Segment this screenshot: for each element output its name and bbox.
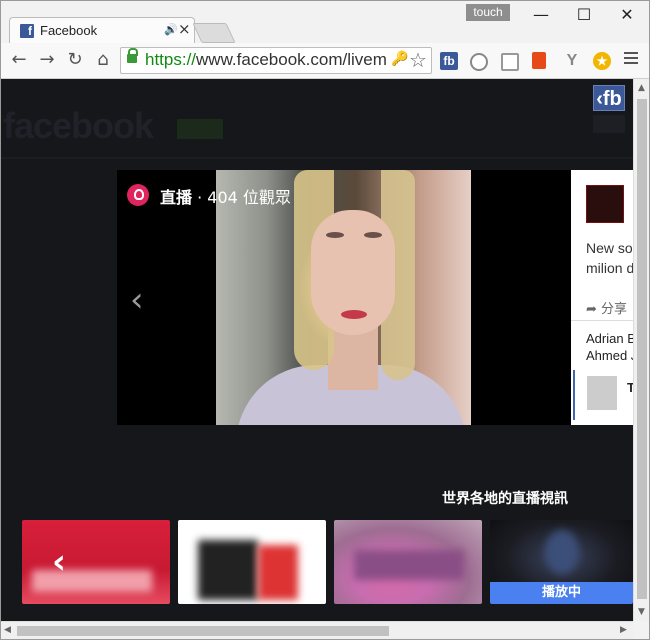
thumb-2-blur-b — [258, 545, 298, 600]
fb-extension-icon[interactable]: fb — [440, 52, 458, 70]
scroll-up-icon[interactable]: ▲ — [638, 83, 645, 93]
live-video-carousel: ‹ 播放中 — [1, 520, 633, 605]
home-icon[interactable]: ⌂ — [91, 48, 115, 72]
url-text: https://www.facebook.com/livem — [145, 50, 387, 69]
carousel-thumb-4[interactable]: 播放中 — [490, 520, 633, 604]
video-frame[interactable] — [216, 170, 471, 425]
office-icon[interactable] — [532, 52, 546, 69]
lock-icon — [127, 48, 138, 63]
key-icon[interactable]: 🔑 — [391, 51, 408, 67]
page-avatar[interactable] — [586, 185, 624, 223]
carousel-thumb-2[interactable] — [178, 520, 326, 604]
page-content: facebook ‹fb 直播 · 404 位觀眾 ‹ New so milio… — [1, 79, 633, 621]
thumb-2-blur-a — [198, 540, 258, 600]
post-text-line1: New so — [586, 240, 633, 256]
video-side-panel: New so milion d ➦ 分享 Adrian BAhmed J Tu — [571, 170, 633, 425]
horizontal-scrollbar[interactable]: ◀ ▶ — [1, 621, 633, 639]
bg-divider — [1, 157, 633, 159]
title-bar: f Facebook 🔊 × touch — ☐ ✕ — [1, 1, 649, 44]
tab-facebook[interactable]: f Facebook 🔊 × — [9, 17, 195, 44]
maximize-button[interactable]: ☐ — [561, 1, 607, 29]
thumb-4-blur — [545, 530, 579, 574]
new-tab-button[interactable] — [192, 23, 236, 43]
forward-arrow-icon[interactable]: → — [35, 48, 59, 72]
commenter-names: Adrian B Ahmed J — [586, 331, 633, 363]
tuning-fork-icon[interactable]: Y — [563, 52, 581, 70]
now-playing-badge: 播放中 — [490, 582, 633, 604]
scroll-down-icon[interactable]: ▼ — [638, 607, 645, 617]
carousel-prev-icon[interactable]: ‹ — [52, 542, 66, 582]
browser-toolbar: ← → ↻ ⌂ https://www.facebook.com/livem 🔑… — [1, 43, 649, 79]
bookmark-star-icon[interactable]: ☆ — [409, 48, 427, 72]
browser-window: f Facebook 🔊 × touch — ☐ ✕ ← → ↻ ⌂ https… — [0, 0, 650, 640]
thumb-1-blur — [32, 570, 152, 592]
reload-icon[interactable]: ↻ — [63, 48, 87, 72]
share-button[interactable]: ➦ 分享 — [586, 298, 627, 317]
horizontal-scroll-thumb[interactable] — [17, 626, 389, 636]
comment-card[interactable]: Tu — [573, 370, 633, 420]
back-arrow-icon[interactable]: ← — [7, 48, 31, 72]
bg-badge — [177, 119, 223, 139]
touch-label: touch — [466, 4, 510, 21]
facebook-bg-logo: facebook — [3, 105, 154, 146]
world-live-title: 世界各地的直播視訊 — [442, 491, 568, 507]
video-eye-left — [326, 232, 344, 238]
live-video-player[interactable]: 直播 · 404 位觀眾 ‹ — [117, 170, 571, 425]
vertical-scrollbar[interactable]: ▲ ▼ — [633, 79, 649, 621]
minimize-button[interactable]: — — [518, 1, 564, 29]
thumb-3-blur — [354, 550, 464, 580]
vertical-scroll-thumb[interactable] — [637, 99, 647, 599]
video-lips — [341, 310, 367, 319]
live-badge-icon — [127, 184, 149, 206]
carousel-thumb-3[interactable] — [334, 520, 482, 604]
compass-icon[interactable] — [470, 53, 488, 71]
carousel-thumb-1[interactable]: ‹ — [22, 520, 170, 604]
close-window-button[interactable]: ✕ — [604, 1, 649, 29]
tab-title: Facebook — [40, 23, 98, 38]
video-eye-right — [364, 232, 382, 238]
comment-thumbnail — [587, 376, 617, 410]
post-text-line2: milion d — [586, 260, 633, 276]
address-bar[interactable]: https://www.facebook.com/livem 🔑 ☆ — [120, 47, 432, 74]
scroll-right-icon[interactable]: ▶ — [620, 625, 627, 635]
facebook-favicon-icon: f — [20, 24, 34, 38]
live-status: 直播 · 404 位觀眾 — [160, 188, 291, 207]
menu-icon[interactable] — [624, 52, 638, 67]
corner-placeholder — [593, 115, 625, 133]
scroll-left-icon[interactable]: ◀ — [4, 625, 11, 635]
side-divider — [571, 320, 633, 321]
audio-playing-icon[interactable]: 🔊 — [164, 23, 178, 36]
previous-video-icon[interactable]: ‹ — [130, 280, 144, 320]
share-icon[interactable] — [501, 53, 519, 71]
tab-close-icon[interactable]: × — [178, 20, 191, 38]
star-badge-icon[interactable]: ★ — [593, 52, 611, 70]
fb-corner-icon[interactable]: ‹fb — [593, 85, 625, 111]
